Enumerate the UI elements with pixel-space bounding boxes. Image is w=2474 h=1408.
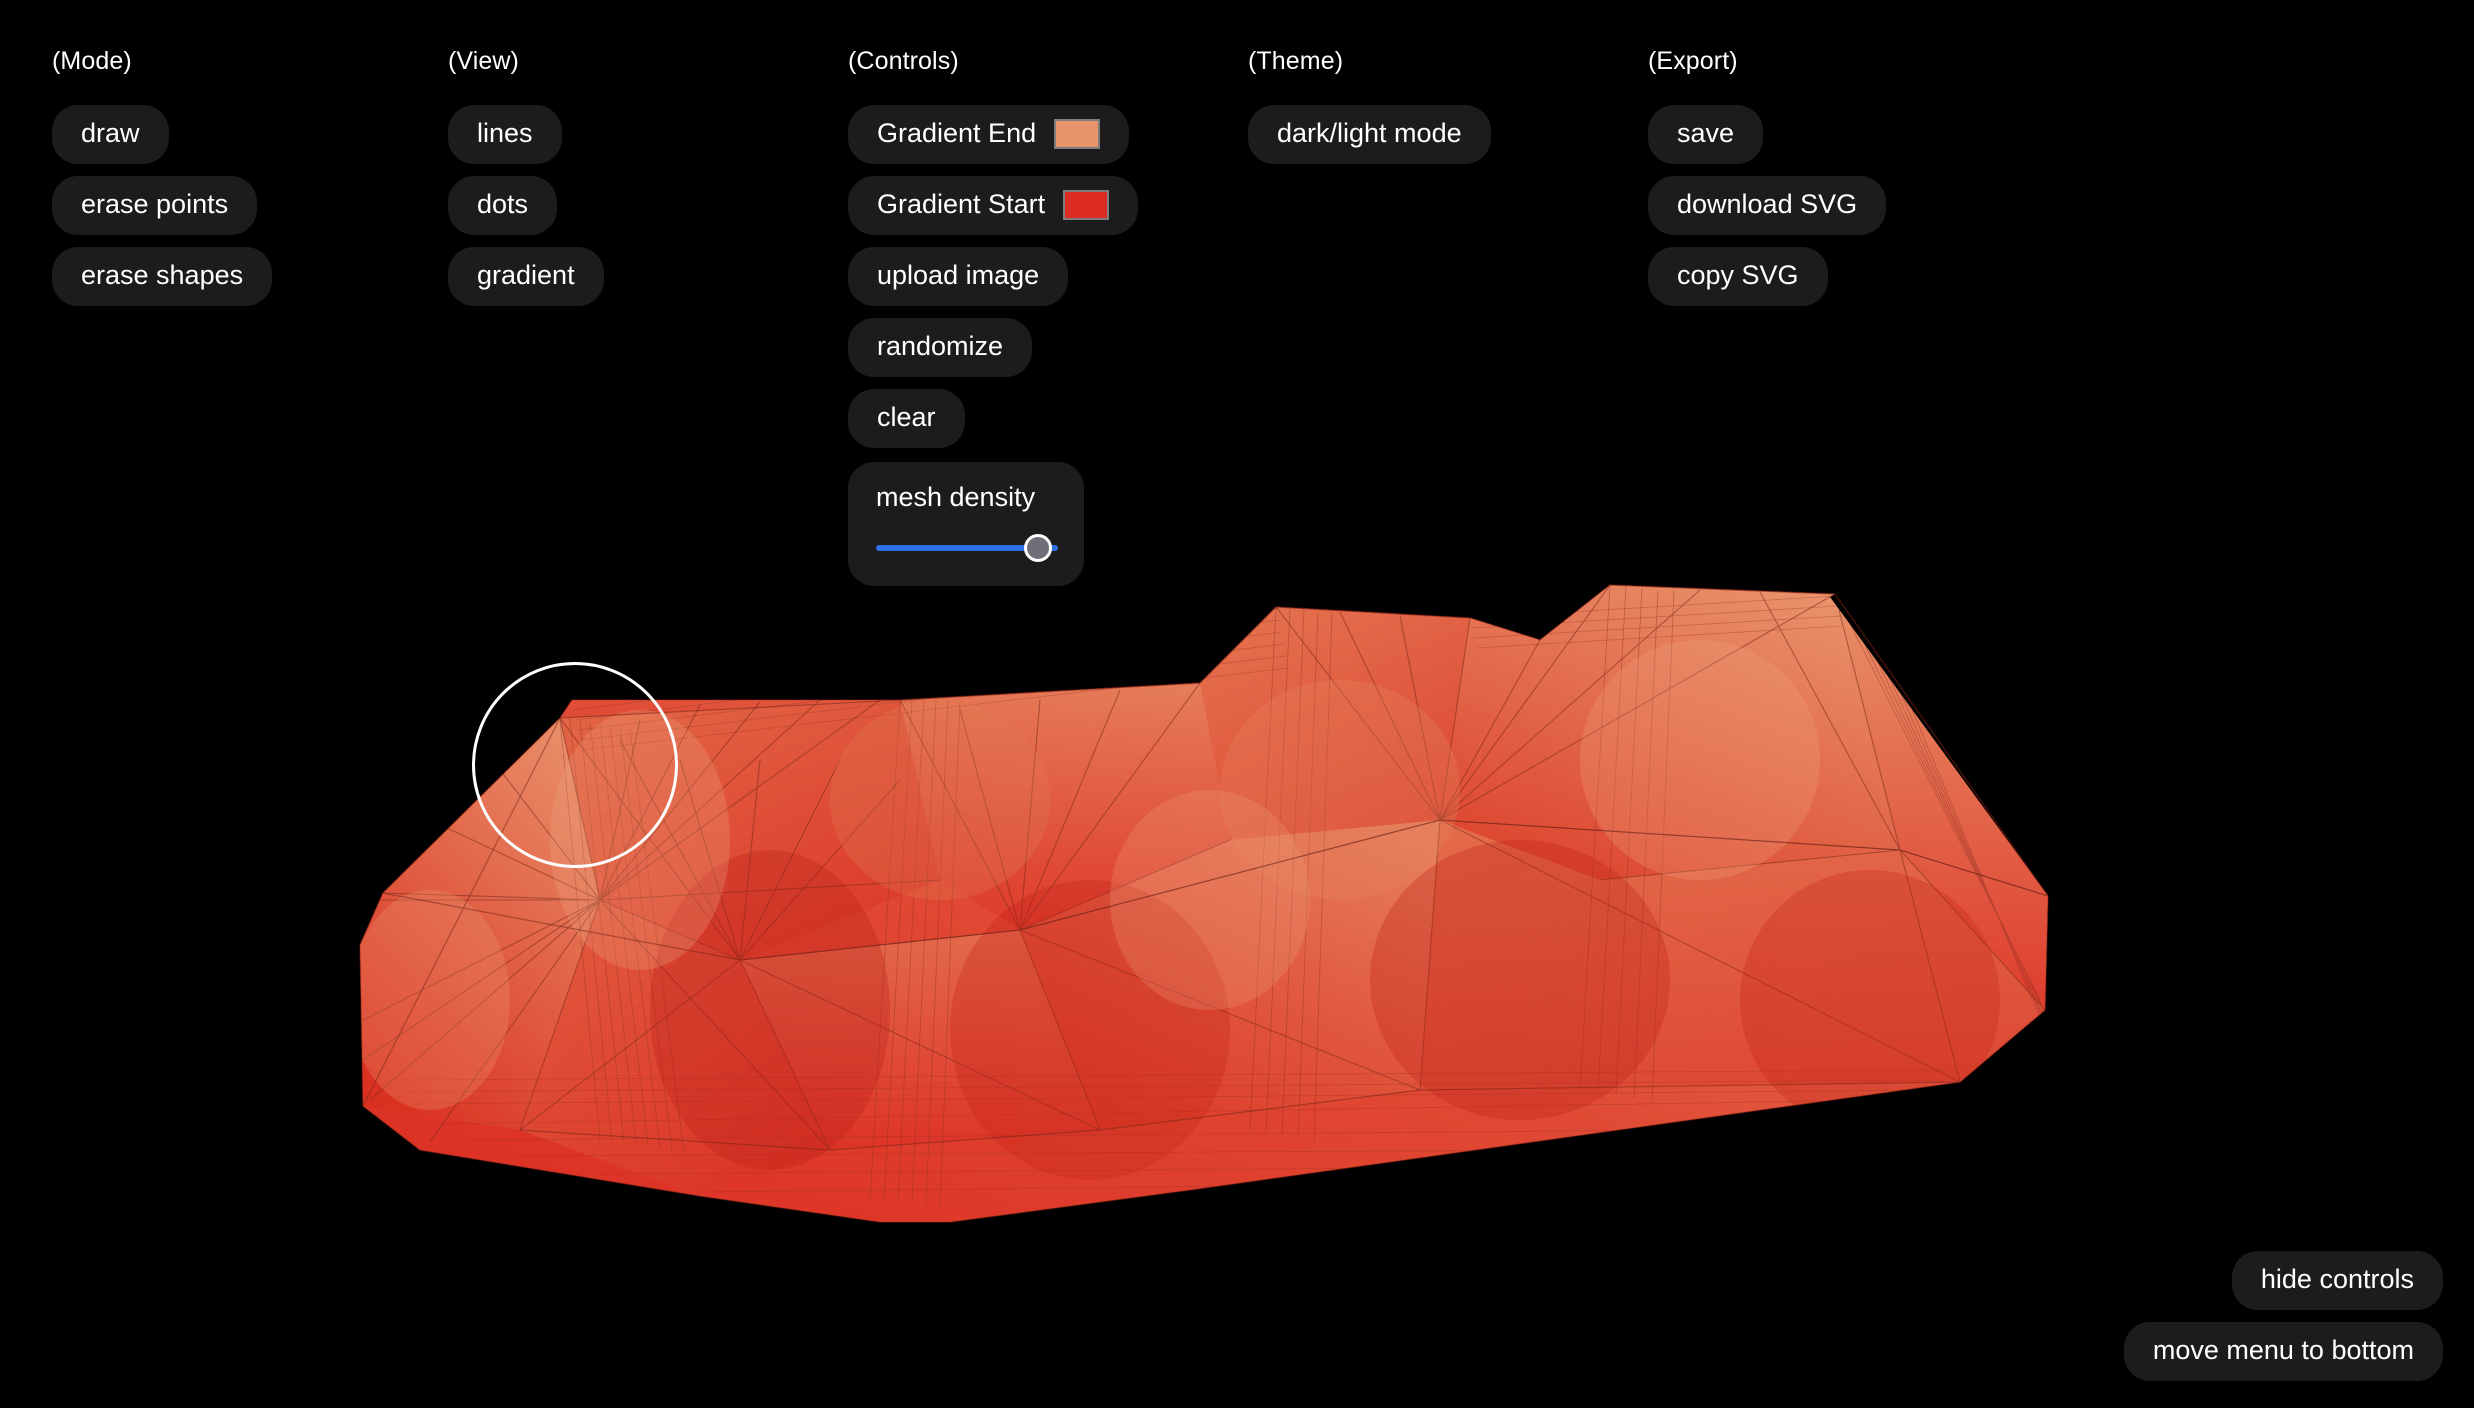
mesh-density-label: mesh density xyxy=(876,482,1036,512)
view-gradient-button[interactable]: gradient xyxy=(448,247,604,306)
view-dots-button[interactable]: dots xyxy=(448,176,558,235)
menu-group-theme: (Theme) dark/light mode xyxy=(1248,46,1648,164)
gradient-start-button[interactable]: Gradient Start xyxy=(848,176,1139,235)
mesh-density-slider[interactable] xyxy=(876,534,1058,562)
menu-group-view: (View) lines dots gradient xyxy=(448,46,848,306)
mode-erase-points-label: erase points xyxy=(81,189,229,219)
mode-erase-shapes-button[interactable]: erase shapes xyxy=(52,247,273,306)
gradient-end-button[interactable]: Gradient End xyxy=(848,105,1130,164)
mesh-density-card: mesh density xyxy=(848,462,1084,586)
copy-svg-label: copy SVG xyxy=(1677,260,1799,290)
mesh-density-thumb[interactable] xyxy=(1023,534,1052,562)
group-label-export: (Export) xyxy=(1648,47,1738,75)
clear-label: clear xyxy=(877,402,936,432)
menu-group-controls: (Controls) Gradient End Gradient Start u… xyxy=(848,46,1248,586)
view-lines-label: lines xyxy=(477,118,533,148)
hide-controls-label: hide controls xyxy=(2260,1264,2414,1294)
upload-image-label: upload image xyxy=(877,260,1040,290)
dark-light-mode-label: dark/light mode xyxy=(1277,118,1462,148)
save-label: save xyxy=(1677,118,1735,148)
view-gradient-label: gradient xyxy=(477,260,575,290)
menu-columns: (Mode) draw erase points erase shapes (V… xyxy=(52,46,2048,586)
group-label-theme: (Theme) xyxy=(1248,47,1344,75)
mode-draw-button[interactable]: draw xyxy=(52,105,169,164)
mode-erase-points-button[interactable]: erase points xyxy=(52,176,258,235)
gradient-start-label: Gradient Start xyxy=(877,189,1046,219)
controls-overlay: (Mode) draw erase points erase shapes (V… xyxy=(0,0,2474,1408)
download-svg-button[interactable]: download SVG xyxy=(1648,176,1887,235)
group-label-view: (View) xyxy=(448,47,519,75)
move-menu-to-bottom-label: move menu to bottom xyxy=(2152,1335,2414,1365)
dark-light-mode-button[interactable]: dark/light mode xyxy=(1248,105,1491,164)
view-lines-button[interactable]: lines xyxy=(448,105,562,164)
group-label-mode: (Mode) xyxy=(52,47,132,75)
mode-draw-label: draw xyxy=(81,118,140,148)
download-svg-label: download SVG xyxy=(1677,189,1858,219)
gradient-start-swatch[interactable] xyxy=(1063,189,1110,220)
hide-controls-button[interactable]: hide controls xyxy=(2231,1251,2443,1310)
clear-button[interactable]: clear xyxy=(848,389,965,448)
randomize-label: randomize xyxy=(877,331,1004,361)
gradient-end-label: Gradient End xyxy=(877,118,1037,148)
bottom-right-controls: hide controls move menu to bottom xyxy=(2123,1251,2443,1381)
upload-image-button[interactable]: upload image xyxy=(848,247,1069,306)
copy-svg-button[interactable]: copy SVG xyxy=(1648,247,1828,306)
gradient-end-swatch[interactable] xyxy=(1054,118,1101,149)
randomize-button[interactable]: randomize xyxy=(848,318,1033,377)
menu-group-mode: (Mode) draw erase points erase shapes xyxy=(52,46,448,306)
view-dots-label: dots xyxy=(477,189,529,219)
menu-group-export: (Export) save download SVG copy SVG xyxy=(1648,46,2048,306)
move-menu-to-bottom-button[interactable]: move menu to bottom xyxy=(2123,1322,2443,1381)
group-label-controls: (Controls) xyxy=(848,47,959,75)
save-button[interactable]: save xyxy=(1648,105,1764,164)
mode-erase-shapes-label: erase shapes xyxy=(81,260,244,290)
